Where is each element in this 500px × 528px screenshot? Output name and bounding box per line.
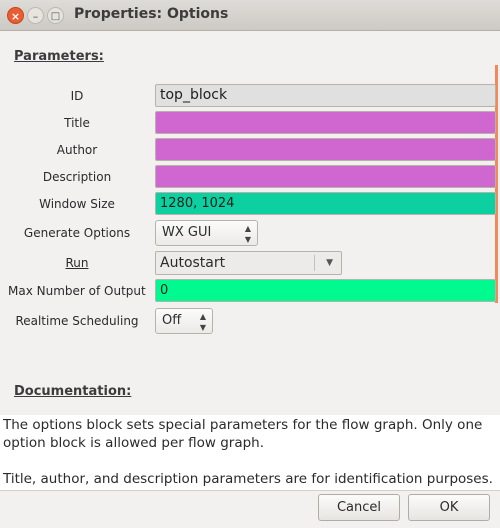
run-value: Autostart bbox=[160, 255, 226, 271]
window-size-label: Window Size bbox=[39, 197, 115, 211]
ok-button[interactable]: OK bbox=[408, 494, 490, 521]
documentation-paragraph: Title, author, and description parameter… bbox=[3, 471, 493, 487]
minimize-icon[interactable]: – bbox=[27, 7, 44, 24]
generate-options-label: Generate Options bbox=[23, 226, 131, 240]
max-outputs-field[interactable]: 0 bbox=[155, 279, 496, 302]
id-field[interactable]: top_block bbox=[155, 84, 496, 107]
description-label: Description bbox=[42, 170, 112, 184]
description-field[interactable] bbox=[155, 165, 496, 188]
title-bar: × – □ Properties: Options bbox=[0, 0, 500, 31]
title-field[interactable] bbox=[155, 111, 496, 134]
window-title: Properties: Options bbox=[74, 6, 229, 22]
dropdown-separator bbox=[314, 255, 315, 271]
parameters-heading: Parameters: bbox=[14, 49, 104, 64]
parameters-panel[interactable]: Parameters: ID top_block Title Author De… bbox=[1, 32, 498, 399]
max-outputs-label: Max Number of Output bbox=[8, 284, 146, 298]
window-size-field[interactable]: 1280, 1024 bbox=[155, 192, 496, 215]
realtime-scheduling-label: Realtime Scheduling bbox=[15, 314, 139, 328]
documentation-paragraph: The options block sets special parameter… bbox=[3, 417, 483, 451]
close-icon[interactable]: × bbox=[7, 7, 24, 24]
properties-dialog: × – □ Properties: Options Parameters: ID… bbox=[0, 0, 500, 528]
run-label: Run bbox=[65, 256, 89, 270]
generate-options-value: WX GUI bbox=[162, 225, 212, 240]
title-label: Title bbox=[64, 116, 90, 130]
id-label: ID bbox=[70, 89, 84, 103]
cancel-button[interactable]: Cancel bbox=[318, 494, 400, 521]
realtime-scheduling-select[interactable]: Off ▲ ▼ bbox=[155, 308, 213, 334]
generate-options-select[interactable]: WX GUI ▲ ▼ bbox=[155, 220, 258, 246]
maximize-icon[interactable]: □ bbox=[47, 7, 64, 24]
stepper-arrows-icon: ▲ ▼ bbox=[244, 224, 251, 244]
button-divider bbox=[0, 490, 500, 491]
stepper-arrows-icon: ▲ ▼ bbox=[199, 312, 206, 332]
documentation-heading: Documentation: bbox=[14, 384, 132, 399]
author-field[interactable] bbox=[155, 138, 496, 161]
realtime-scheduling-value: Off bbox=[162, 313, 182, 328]
run-select[interactable]: Autostart ▼ bbox=[155, 251, 342, 275]
author-label: Author bbox=[56, 143, 98, 157]
documentation-text: The options block sets special parameter… bbox=[0, 415, 500, 490]
chevron-down-icon[interactable]: ▼ bbox=[326, 252, 333, 274]
